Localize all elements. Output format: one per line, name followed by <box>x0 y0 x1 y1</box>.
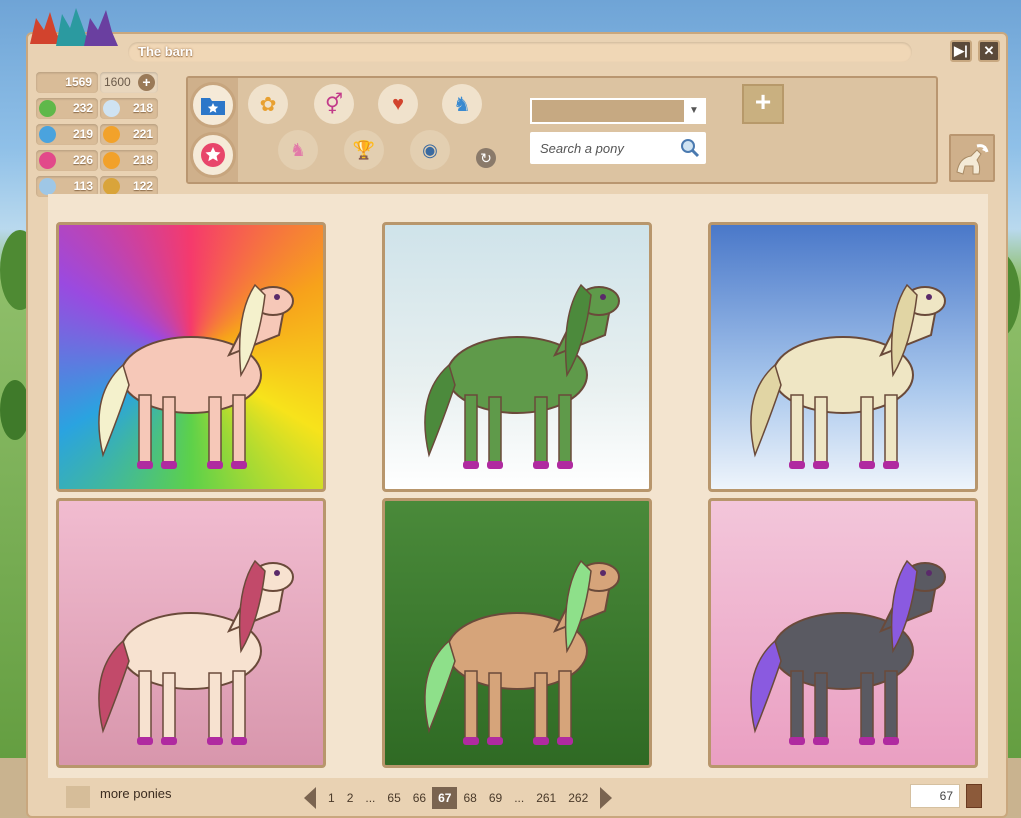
pony-illustration <box>750 559 946 745</box>
capacity-counter: 1600 + <box>100 72 158 93</box>
paw-blue-icon <box>39 126 56 143</box>
stat-heart: 226 <box>36 150 98 171</box>
page-ellipsis: ... <box>514 791 525 805</box>
folder-star-icon <box>201 98 225 115</box>
stat-value: 219 <box>72 127 93 141</box>
pair-filter-button[interactable]: ♞ <box>442 84 482 124</box>
refresh-icon: ↻ <box>480 150 492 166</box>
resource-counter: 1569 <box>36 72 98 93</box>
title-bar: The barn <box>128 42 912 62</box>
pony-illustration <box>750 283 946 469</box>
breed-filter-button[interactable]: ✿ <box>248 84 288 124</box>
more-ponies-label: more ponies <box>100 786 172 801</box>
window-title: The barn <box>138 44 193 59</box>
more-ponies-checkbox[interactable] <box>66 786 90 808</box>
stat-value: 226 <box>72 153 93 167</box>
heart-ring-icon: ♥ <box>392 92 404 115</box>
folder-tab[interactable] <box>190 82 236 128</box>
pony-card-night-unicorn[interactable] <box>708 498 978 768</box>
stat-apple: 232 <box>36 98 98 119</box>
pony-card-mushroom-forest[interactable] <box>382 498 652 768</box>
page-link[interactable]: 262 <box>562 787 594 809</box>
flower-icon: ✿ <box>259 93 277 116</box>
stat-flame: 221 <box>100 124 158 145</box>
stat-value: 221 <box>132 127 153 141</box>
cloud-icon <box>103 100 120 117</box>
plus-icon: + <box>754 86 772 117</box>
game-logo-icon <box>30 8 118 46</box>
page-link[interactable]: 1 <box>322 787 341 809</box>
pony-pair-icon: ♞ <box>453 93 471 116</box>
favorites-tab[interactable] <box>190 132 236 178</box>
apple-icon <box>39 100 56 117</box>
stat-value: 113 <box>73 179 93 193</box>
unicorn-icon: ♞ <box>289 139 307 160</box>
page-number-input[interactable]: 67 <box>910 784 960 808</box>
filter-panel: ✿ ⚥ ♥ ♞ ♞ 🏆 ◉ ↻ ▼ Search a pony + <box>186 76 938 184</box>
pony-arrow-icon <box>956 144 989 175</box>
page-link[interactable]: 69 <box>483 787 508 809</box>
barn-window: The barn ▶| ✕ 1569 1600 + 232 218 219 221 22… <box>26 32 1008 818</box>
love-filter-button[interactable]: ♥ <box>378 84 418 124</box>
stat-paw-blue: 219 <box>36 124 98 145</box>
trophy-icon: 🏆 <box>352 139 376 160</box>
stat-value: 218 <box>132 153 153 167</box>
pony-card-pink-pegasus[interactable] <box>56 498 326 768</box>
page-link[interactable]: 68 <box>457 787 482 809</box>
pony-card-rainbow[interactable] <box>56 222 326 492</box>
hay-icon <box>103 178 120 195</box>
pony-illustration <box>98 559 294 745</box>
eye-filter-button[interactable]: ◉ <box>410 130 450 170</box>
star-badge-icon <box>201 143 225 167</box>
go-page-button[interactable] <box>966 784 982 808</box>
stat-paw-orange: 218 <box>100 150 158 171</box>
search-icon[interactable] <box>680 138 700 158</box>
chevron-down-icon: ▼ <box>684 100 704 122</box>
search-input[interactable] <box>538 138 682 158</box>
stat-value: 218 <box>132 101 153 115</box>
search-box <box>530 132 706 164</box>
trophy-filter-button[interactable]: 🏆 <box>344 130 384 170</box>
paw-orange-icon <box>103 152 120 169</box>
pony-grid <box>48 194 988 778</box>
pony-card-forest-unicorn[interactable] <box>382 222 652 492</box>
pony-dropdown[interactable]: ▼ <box>530 98 706 124</box>
page-link[interactable]: 65 <box>381 787 406 809</box>
magnifier-icon <box>39 178 56 195</box>
move-pony-button[interactable] <box>949 134 995 182</box>
page-link[interactable]: 66 <box>407 787 432 809</box>
filter-side-tabs <box>188 78 238 182</box>
pony-card-pegasus-sky[interactable] <box>708 222 978 492</box>
close-button[interactable]: ✕ <box>978 40 1000 62</box>
heart-icon <box>39 152 56 169</box>
add-button[interactable]: + <box>742 84 784 124</box>
refresh-button[interactable]: ↻ <box>476 148 496 168</box>
stat-value: 122 <box>132 179 153 193</box>
pony-illustration <box>98 283 294 469</box>
add-capacity-button[interactable]: + <box>138 74 155 91</box>
minimize-button[interactable]: ▶| <box>950 40 972 62</box>
pony-illustration <box>424 559 620 745</box>
sidebar-toggle-icon: ▶| <box>954 43 968 58</box>
page-link[interactable]: 2 <box>341 787 360 809</box>
pony-illustration <box>424 283 620 469</box>
gender-filter-button[interactable]: ⚥ <box>314 84 354 124</box>
capacity-value: 1600 <box>104 75 131 89</box>
gender-icon: ⚥ <box>324 93 344 116</box>
stat-value: 232 <box>72 101 93 115</box>
next-page-button[interactable] <box>600 787 613 809</box>
prev-page-button[interactable] <box>304 787 316 809</box>
page-link[interactable]: 67 <box>432 787 458 809</box>
resource-value: 1569 <box>65 75 92 89</box>
page-link[interactable]: 261 <box>530 787 562 809</box>
close-icon: ✕ <box>983 43 995 58</box>
flame-icon <box>103 126 120 143</box>
unicorn-filter-button[interactable]: ♞ <box>278 130 318 170</box>
page-ellipsis: ... <box>365 791 376 805</box>
pagination: 1 2... 65 66 67 68 69... 261 262 <box>304 786 613 810</box>
eye-icon: ◉ <box>422 139 438 160</box>
stat-cloud: 218 <box>100 98 158 119</box>
